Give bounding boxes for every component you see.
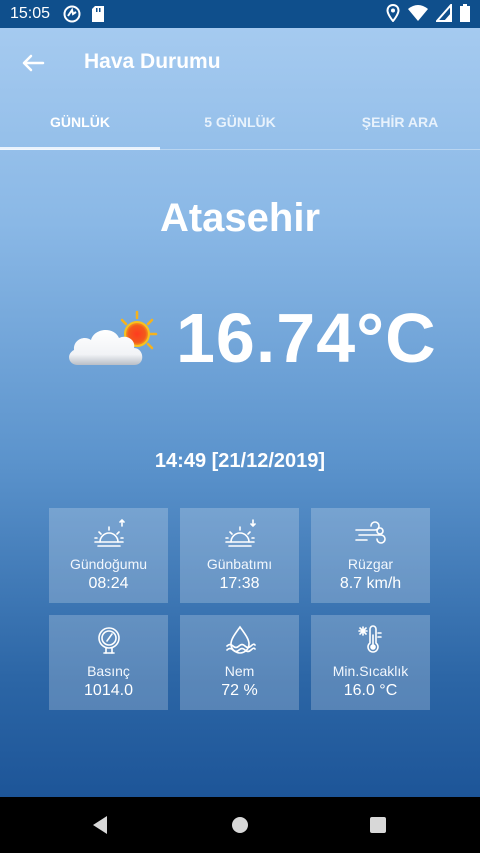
sunrise-icon <box>93 518 125 547</box>
tab-daily[interactable]: GÜNLÜK <box>0 96 160 150</box>
sunrise-label: Gündoğumu <box>69 556 148 572</box>
partly-cloudy-icon <box>69 310 158 365</box>
signal-icon <box>436 4 452 22</box>
wind-value: 8.7 km/h <box>339 575 402 592</box>
min-temp-value: 16.0 °C <box>343 682 398 699</box>
min-temp-label: Min.Sıcaklık <box>332 663 409 679</box>
app-title: Hava Durumu <box>84 50 221 73</box>
sunset-card: Günbatımı 17:38 <box>180 508 299 603</box>
status-bar: 15:05 <box>0 0 480 28</box>
pressure-card: Basınç 1014.0 <box>49 615 168 710</box>
battery-icon <box>460 4 470 22</box>
sd-card-icon <box>92 6 104 22</box>
sunset-icon <box>224 519 256 547</box>
humidity-label: Nem <box>224 663 255 679</box>
pressure-label: Basınç <box>87 663 130 679</box>
location-icon <box>386 4 400 22</box>
tab-bar: GÜNLÜK 5 GÜNLÜK ŞEHİR ARA <box>0 96 480 150</box>
updated-datetime: 14:49 [21/12/2019] <box>154 450 326 472</box>
pressure-gauge-icon <box>97 627 120 654</box>
wifi-icon <box>408 5 428 21</box>
temperature: 16.74°C <box>176 299 437 377</box>
nav-back-icon[interactable] <box>88 813 112 837</box>
humidity-icon <box>225 625 256 654</box>
wind-card: Rüzgar 8.7 km/h <box>311 508 430 603</box>
sync-icon <box>63 5 81 23</box>
humidity-value: 72 % <box>221 682 258 699</box>
app-bar: Hava Durumu <box>0 28 480 96</box>
system-nav-bar <box>0 797 480 853</box>
tab-five-day[interactable]: 5 GÜNLÜK <box>160 96 320 150</box>
weather-screen: 15:05 Hava Durumu GÜNLÜK 5 GÜNLÜK ŞEHİR … <box>0 0 480 797</box>
nav-recents-icon[interactable] <box>366 813 390 837</box>
pressure-value: 1014.0 <box>84 682 133 699</box>
sunrise-value: 08:24 <box>88 575 129 592</box>
sunrise-card: Gündoğumu 08:24 <box>49 508 168 603</box>
tab-city-search[interactable]: ŞEHİR ARA <box>320 96 480 150</box>
sunset-value: 17:38 <box>219 575 260 592</box>
nav-home-icon[interactable] <box>228 813 252 837</box>
humidity-card: Nem 72 % <box>180 615 299 710</box>
sunset-label: Günbatımı <box>206 556 273 572</box>
wind-label: Rüzgar <box>347 556 394 572</box>
status-time: 15:05 <box>10 5 51 22</box>
min-temp-card: Min.Sıcaklık 16.0 °C <box>311 615 430 710</box>
city-name: Atasehir <box>159 196 321 240</box>
back-arrow-icon[interactable] <box>18 48 48 78</box>
wind-icon <box>354 521 386 544</box>
thermometer-icon <box>357 625 382 653</box>
tab-divider <box>0 149 480 150</box>
